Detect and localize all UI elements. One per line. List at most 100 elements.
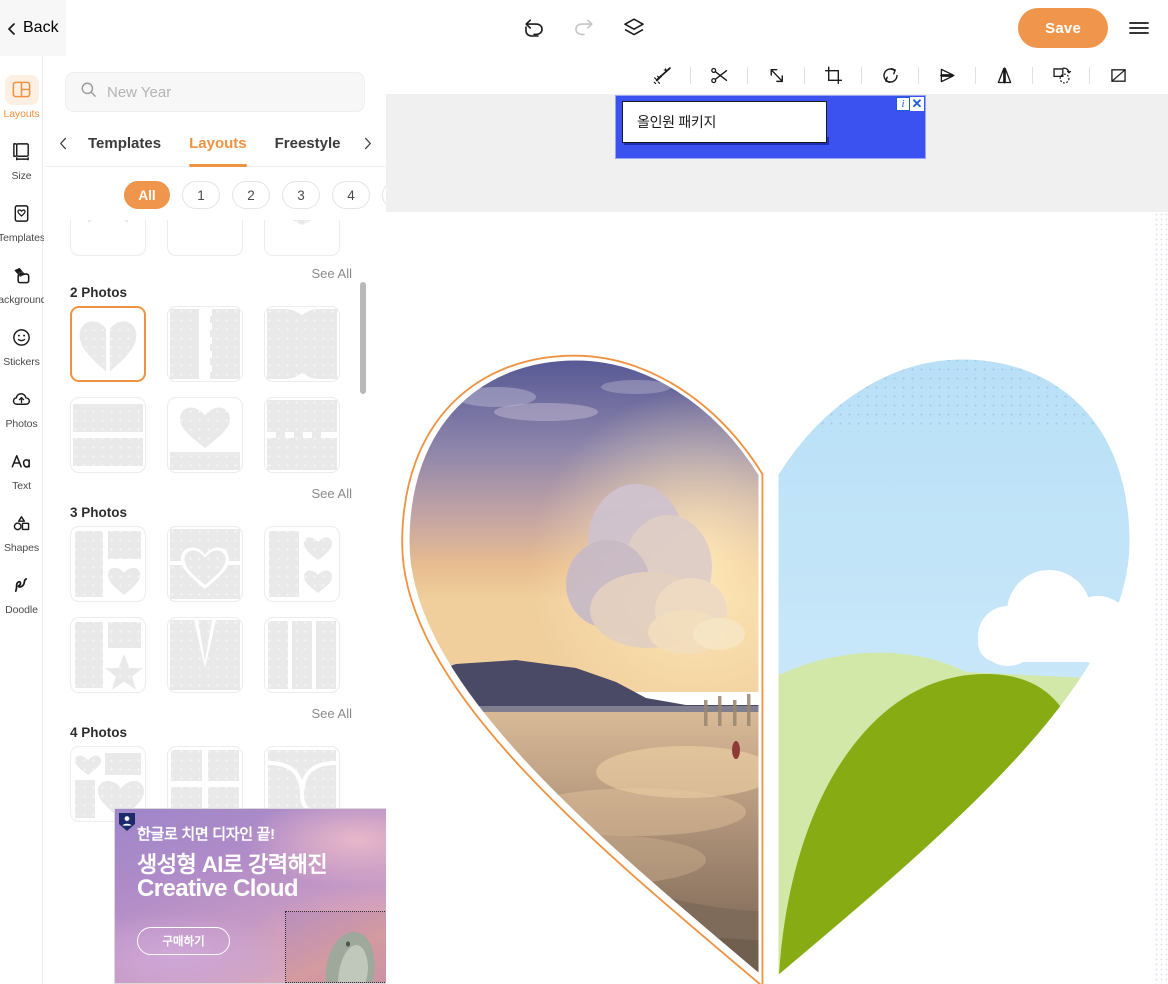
sidebar-item-stickers[interactable]: Stickers [0, 314, 43, 376]
app-header: Back Save [0, 0, 1168, 56]
ad-info-icon[interactable]: i [896, 97, 910, 111]
layout-thumb-zigzag-vertical[interactable] [167, 306, 243, 382]
header-actions: Save [1018, 0, 1152, 56]
crop-icon[interactable] [818, 60, 848, 90]
smiley-icon [5, 323, 39, 353]
toolbar-divider [918, 66, 919, 84]
layout-row [70, 306, 360, 382]
sidebar-item-templates[interactable]: Templates [0, 190, 45, 252]
layout-thumb-center-heart-split[interactable] [167, 526, 243, 602]
photo-editor-app: Back Save Layouts Size Templates ackgrou… [0, 0, 1168, 984]
ad-headline-1: 한글로 치면 디자인 끝! [137, 826, 275, 843]
filter-chip-4[interactable]: 4 [332, 181, 370, 209]
toolbar-divider [690, 66, 691, 84]
layout-thumb-double-semicircle[interactable] [264, 306, 340, 382]
back-button[interactable]: Back [0, 0, 66, 56]
scissors-cut-icon[interactable] [704, 60, 734, 90]
doodle-icon [5, 571, 39, 601]
filter-chip-1[interactable]: 1 [182, 181, 220, 209]
undo-icon[interactable] [521, 15, 547, 41]
panel-scrollbar-thumb[interactable] [360, 282, 366, 394]
bottom-ad-banner[interactable]: i ✕ 한글로 치면 디자인 끝! 생성형 AI로 강력해진 Creative … [114, 808, 386, 984]
layout-row [70, 397, 360, 473]
tab-layouts[interactable]: Layouts [189, 121, 247, 167]
ad-headline-3: Creative Cloud [137, 875, 299, 902]
layout-thumb[interactable] [167, 220, 243, 256]
tabs-next-button[interactable] [356, 137, 378, 150]
sidebar-item-label: Size [11, 169, 32, 182]
ad-close-icon[interactable]: ✕ [910, 96, 924, 111]
collage-cell-left[interactable] [386, 272, 786, 984]
sidebar-item-label: Doodle [5, 603, 38, 616]
see-all-link[interactable]: See All [312, 266, 352, 281]
sidebar-item-photos[interactable]: Photos [0, 376, 43, 438]
sidebar-item-text[interactable]: Text [0, 438, 43, 500]
replace-photo-icon[interactable] [1046, 60, 1076, 90]
tabs-prev-button[interactable] [52, 137, 74, 150]
tool-sidebar: Layouts Size Templates ackgrounds Sticke… [0, 56, 52, 984]
layout-thumb-two-hearts-right[interactable] [264, 526, 340, 602]
layout-thumb-left-col-heart[interactable] [70, 526, 146, 602]
resize-arrow-icon[interactable] [761, 60, 791, 90]
layouts-panel: Templates Layouts Freestyle F All 1 2 3 … [44, 56, 386, 984]
templates-icon [5, 199, 39, 229]
section-header-4-photos: 4 Photos See All [70, 706, 360, 746]
layout-thumb-v-split[interactable] [167, 617, 243, 693]
flip-horizontal-icon[interactable] [989, 60, 1019, 90]
back-label: Back [23, 19, 59, 36]
toolbar-divider [861, 66, 862, 84]
history-toolbar [0, 0, 1168, 56]
layout-row-partial [70, 220, 360, 256]
see-all-link[interactable]: See All [312, 486, 352, 501]
filter-chip-3[interactable]: 3 [282, 181, 320, 209]
adchoices-icon[interactable] [118, 812, 136, 832]
search-input[interactable] [107, 83, 350, 101]
top-ad-banner[interactable]: 올인원 패키지 i ✕ [615, 95, 926, 159]
layout-thumb-split-horizontal[interactable] [70, 397, 146, 473]
layout-thumb-square-wave[interactable] [264, 397, 340, 473]
redo-icon[interactable] [571, 15, 597, 41]
search-box[interactable] [65, 72, 365, 112]
layout-thumb-split-heart[interactable] [70, 306, 146, 382]
sidebar-item-label: Stickers [3, 355, 40, 368]
sidebar-item-layouts[interactable]: Layouts [0, 66, 43, 128]
ad-cta-button[interactable]: 구매하기 [137, 927, 230, 955]
artboard[interactable] [386, 212, 1168, 984]
backgrounds-icon [5, 261, 39, 291]
hamburger-menu-icon[interactable] [1126, 15, 1152, 41]
sidebar-item-doodle[interactable]: Doodle [0, 562, 43, 624]
tabs-scroll: Templates Layouts Freestyle F [74, 121, 356, 167]
layout-thumb[interactable] [70, 220, 146, 256]
section-header-3-photos: 3 Photos See All [70, 486, 360, 526]
layout-thumb[interactable] [264, 220, 340, 256]
ad-text-box: 올인원 패키지 [622, 101, 827, 143]
sidebar-item-backgrounds[interactable]: Backgrounds [0, 252, 52, 314]
layout-row [70, 526, 360, 602]
save-button[interactable]: Save [1018, 8, 1108, 48]
layers-icon[interactable] [621, 15, 647, 41]
section-title: 4 Photos [70, 725, 128, 740]
remove-photo-icon[interactable] [1103, 60, 1133, 90]
canvas-edge-pattern [1154, 212, 1168, 984]
shapes-icon [5, 509, 39, 539]
tab-templates[interactable]: Templates [88, 121, 161, 167]
layout-thumb-heart-top[interactable] [167, 397, 243, 473]
filter-chip-all[interactable]: All [124, 181, 170, 209]
ad-whale-image [285, 911, 386, 983]
flip-vertical-icon[interactable] [932, 60, 962, 90]
sidebar-item-shapes[interactable]: Shapes [0, 500, 43, 562]
layout-thumb-star-corner[interactable] [70, 617, 146, 693]
filter-chip-2[interactable]: 2 [232, 181, 270, 209]
magic-wand-icon[interactable] [647, 60, 677, 90]
see-all-link[interactable]: See All [312, 706, 352, 721]
rotate-icon[interactable] [875, 60, 905, 90]
sidebar-item-size[interactable]: Size [0, 128, 43, 190]
search-icon [80, 81, 97, 103]
sidebar-item-label: Photos [5, 417, 38, 430]
tab-freestyle[interactable]: Freestyle [275, 121, 341, 167]
size-icon [5, 137, 39, 167]
toolbar-divider [975, 66, 976, 84]
section-title: 3 Photos [70, 505, 128, 520]
layout-thumb-three-columns[interactable] [264, 617, 340, 693]
heart-collage[interactable] [386, 212, 1168, 984]
